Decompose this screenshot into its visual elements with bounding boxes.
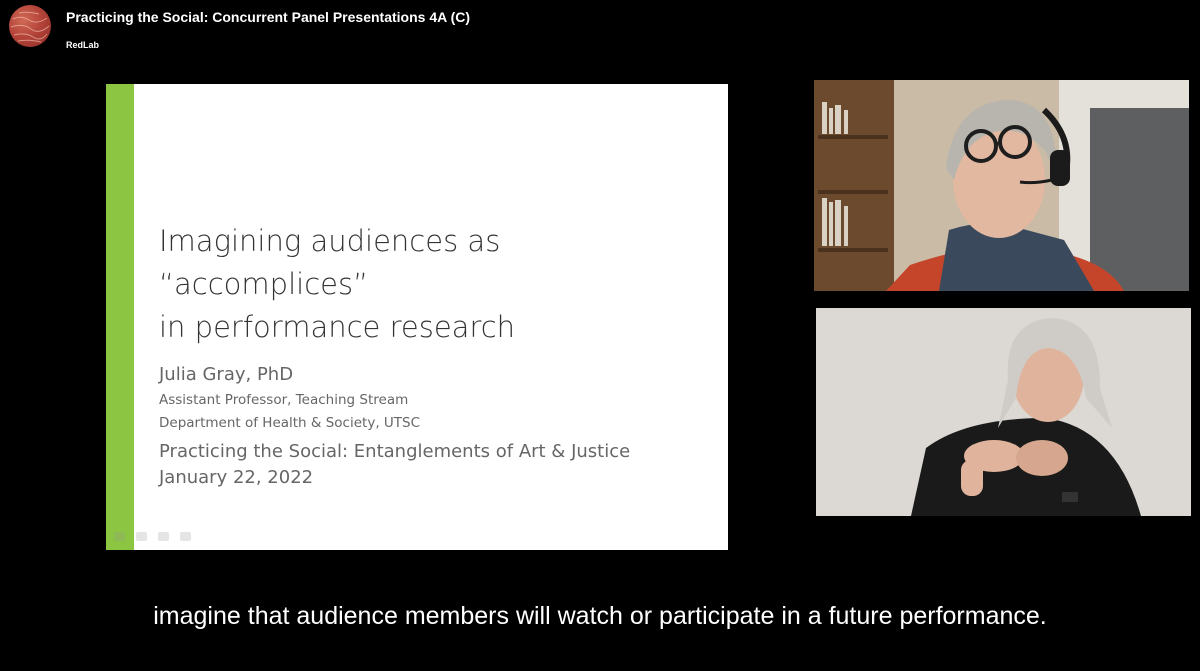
channel-avatar[interactable] <box>9 5 51 47</box>
event-name: Practicing the Social: Entanglements of … <box>159 441 631 462</box>
presentation-slide: Imagining audiences as “accomplices” in … <box>106 84 728 550</box>
presenter-department: Department of Health & Society, UTSC <box>159 415 421 431</box>
presenter-role: Assistant Professor, Teaching Stream <box>159 392 409 408</box>
speaker-video-icon <box>814 80 1189 291</box>
closed-caption: imagine that audience members will watch… <box>153 602 1047 630</box>
slide-next-icon <box>180 532 191 541</box>
slide-title-line-1: Imagining audiences as <box>159 224 501 258</box>
slide-title-line-2: “accomplices” <box>159 267 369 301</box>
slide-menu-icon <box>158 532 169 541</box>
speaker-video-tile <box>814 80 1189 291</box>
channel-avatar-pattern <box>10 11 50 43</box>
channel-name[interactable]: RedLab <box>66 40 99 50</box>
interpreter-video-tile <box>816 308 1191 516</box>
slide-accent-bar <box>106 84 134 550</box>
slide-title-line-3: in performance research <box>159 310 516 344</box>
slide-title: Imagining audiences as “accomplices” in … <box>159 220 719 349</box>
event-date: January 22, 2022 <box>159 467 314 488</box>
slide-pen-icon <box>136 532 147 541</box>
slide-prev-icon <box>114 532 125 541</box>
presenter-name: Julia Gray, PhD <box>159 364 294 385</box>
video-title[interactable]: Practicing the Social: Concurrent Panel … <box>66 9 470 25</box>
video-header: Practicing the Social: Concurrent Panel … <box>0 0 1200 60</box>
slide-controls <box>114 528 202 542</box>
interpreter-video-icon <box>816 308 1191 516</box>
